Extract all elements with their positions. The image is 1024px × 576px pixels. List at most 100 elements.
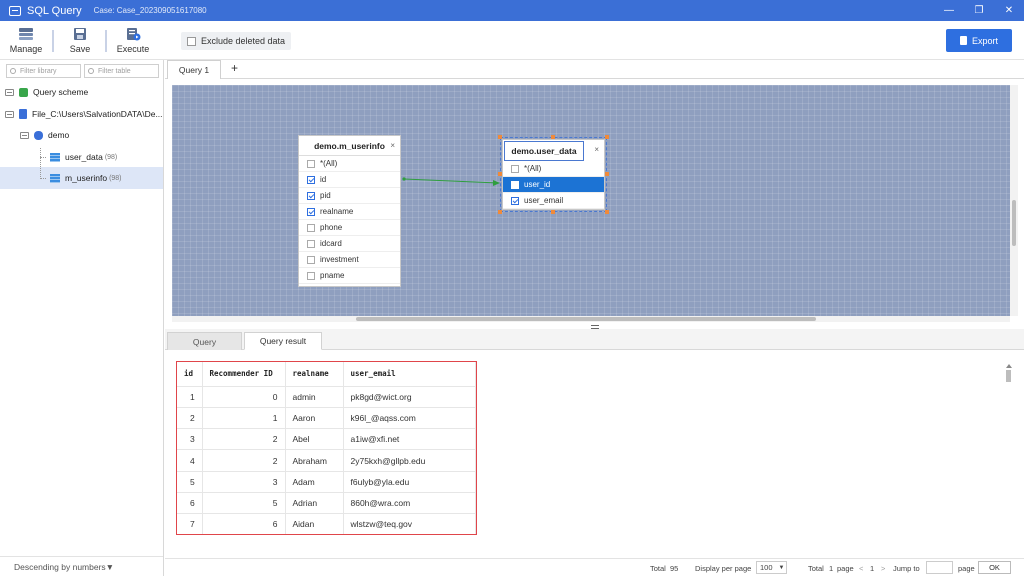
toolbar-divider xyxy=(52,30,54,52)
cell-recommender-id: 3 xyxy=(202,471,286,493)
tab-query-1[interactable]: Query 1 xyxy=(167,60,221,79)
sort-dropdown[interactable]: Descending by numbers▼ xyxy=(0,556,163,576)
current-page[interactable]: 1 xyxy=(870,564,874,573)
field-row[interactable]: pid xyxy=(299,188,400,204)
field-row[interactable]: id xyxy=(299,172,400,188)
cell-user-email: 860h@wra.com xyxy=(343,492,476,515)
canvas-horizontal-scrollbar[interactable] xyxy=(172,316,1010,322)
exclude-deleted-checkbox[interactable] xyxy=(187,36,196,46)
tree-item-file[interactable]: File_C:\Users\SalvationDATA\De... xyxy=(0,103,163,125)
tab-query-result[interactable]: Query result xyxy=(244,332,322,350)
field-row[interactable]: phone xyxy=(299,220,400,236)
collapse-toggle-icon[interactable] xyxy=(5,88,14,96)
column-header-realname[interactable]: realname xyxy=(285,362,344,387)
app-title: SQL Query xyxy=(27,4,82,17)
table-card-title: demo.m_userinfo xyxy=(314,140,385,151)
restore-button[interactable]: ❐ xyxy=(964,0,994,21)
column-header-id[interactable]: id xyxy=(177,362,203,387)
canvas-vertical-scrollbar[interactable] xyxy=(1010,85,1018,316)
filter-table-input[interactable]: Filter table xyxy=(84,64,159,78)
field-name: realname xyxy=(320,207,354,216)
field-checkbox[interactable] xyxy=(307,255,315,264)
manage-button[interactable]: Manage xyxy=(4,25,48,57)
minimize-button[interactable]: — xyxy=(934,0,964,21)
table-card-header[interactable]: demo.m_userinfo × xyxy=(299,136,400,156)
table-row[interactable]: 3 2 Abel a1iw@xfi.net xyxy=(177,428,476,451)
tree-item-user-data[interactable]: user_data (98) xyxy=(0,146,163,168)
export-button[interactable]: Export xyxy=(946,29,1012,52)
per-page-select[interactable]: 100 ▼ xyxy=(756,561,787,574)
field-checkbox[interactable] xyxy=(307,159,315,168)
query-tab-bar: Query 1 + xyxy=(165,60,1024,79)
save-label: Save xyxy=(69,44,91,54)
field-checkbox[interactable] xyxy=(307,223,315,232)
close-button[interactable]: ✕ xyxy=(994,0,1024,21)
field-checkbox[interactable] xyxy=(307,239,315,248)
search-icon xyxy=(10,68,16,74)
cell-id: 1 xyxy=(177,386,203,408)
scrollbar-thumb[interactable] xyxy=(356,317,816,321)
prev-page-button[interactable]: < xyxy=(859,564,863,573)
resize-handle[interactable] xyxy=(498,172,502,176)
resize-handle[interactable] xyxy=(605,210,609,214)
title-bar: SQL Query Case: Case_202309051617080 — ❐… xyxy=(0,0,1024,21)
resize-handle[interactable] xyxy=(498,135,502,139)
cell-recommender-id: 6 xyxy=(202,513,286,534)
join-link[interactable] xyxy=(400,174,504,188)
exclude-deleted-toggle[interactable]: Exclude deleted data xyxy=(181,32,292,50)
cell-realname: Abraham xyxy=(285,449,344,472)
tree-item-query-scheme[interactable]: Query scheme xyxy=(0,81,163,103)
scroll-up-arrow-icon[interactable] xyxy=(1006,364,1012,368)
query-result-table: id Recommender ID realname user_email 10… xyxy=(176,361,477,535)
table-row[interactable]: 6 5 Adrian 860h@wra.com xyxy=(177,492,476,515)
tab-query[interactable]: Query xyxy=(167,332,242,350)
field-row[interactable]: *(All) xyxy=(299,156,400,172)
filter-bar: Filter library Filter table xyxy=(6,64,159,78)
scrollbar-thumb[interactable] xyxy=(1006,370,1011,382)
table-row[interactable]: 2 1 Aaron k96l_@aqss.com xyxy=(177,407,476,430)
total-value: 95 xyxy=(670,564,679,573)
jump-to-input[interactable] xyxy=(926,561,953,574)
collapse-toggle-icon[interactable] xyxy=(5,110,14,118)
field-checkbox[interactable] xyxy=(307,191,315,200)
table-row[interactable]: 1 0 admin pk8gd@wict.org xyxy=(177,386,476,408)
table-row[interactable]: 5 3 Adam f6ulyb@yla.edu xyxy=(177,471,476,493)
ok-button[interactable]: OK xyxy=(978,561,1011,574)
table-icon xyxy=(50,173,60,183)
collapse-toggle-icon[interactable] xyxy=(20,131,29,139)
resize-handle[interactable] xyxy=(498,210,502,214)
save-button[interactable]: Save xyxy=(58,25,102,57)
filter-library-input[interactable]: Filter library xyxy=(6,64,81,78)
field-row[interactable]: pname xyxy=(299,268,400,284)
table-row[interactable]: 4 2 Abraham 2y75kxh@gllpb.edu xyxy=(177,449,476,472)
cell-user-email: k96l_@aqss.com xyxy=(343,407,476,430)
scrollbar-thumb[interactable] xyxy=(1012,200,1016,246)
results-vertical-scrollbar[interactable] xyxy=(1005,364,1013,536)
tree-item-m-userinfo[interactable]: m_userinfo (98) xyxy=(0,167,163,189)
field-row[interactable]: idcard xyxy=(299,236,400,252)
resize-handle[interactable] xyxy=(605,135,609,139)
execute-button[interactable]: Execute xyxy=(111,25,155,57)
table-card-m-userinfo[interactable]: demo.m_userinfo × *(All) id pid realname… xyxy=(298,135,401,287)
field-checkbox[interactable] xyxy=(307,175,315,184)
field-row[interactable]: realname xyxy=(299,204,400,220)
cell-id: 2 xyxy=(177,407,203,430)
field-checkbox[interactable] xyxy=(307,271,315,280)
result-grid: id Recommender ID realname user_email 10… xyxy=(177,362,476,534)
resize-handle[interactable] xyxy=(551,135,555,139)
column-header-user-email[interactable]: user_email xyxy=(343,362,476,387)
table-icon xyxy=(50,152,60,162)
next-page-button[interactable]: > xyxy=(881,564,885,573)
resize-handle[interactable] xyxy=(605,172,609,176)
resize-handle[interactable] xyxy=(551,210,555,214)
close-icon[interactable]: × xyxy=(390,141,395,150)
field-checkbox[interactable] xyxy=(307,207,315,216)
table-row[interactable]: 7 6 Aidan wlstzw@teq.gov xyxy=(177,513,476,534)
cell-user-email: f6ulyb@yla.edu xyxy=(343,471,476,493)
tree-item-demo[interactable]: demo xyxy=(0,124,163,146)
column-header-recommender-id[interactable]: Recommender ID xyxy=(202,362,286,387)
cell-realname: Abel xyxy=(285,428,344,451)
add-tab-button[interactable]: + xyxy=(231,61,238,75)
field-row[interactable]: investment xyxy=(299,252,400,268)
tree-item-label: user_data xyxy=(65,152,103,162)
